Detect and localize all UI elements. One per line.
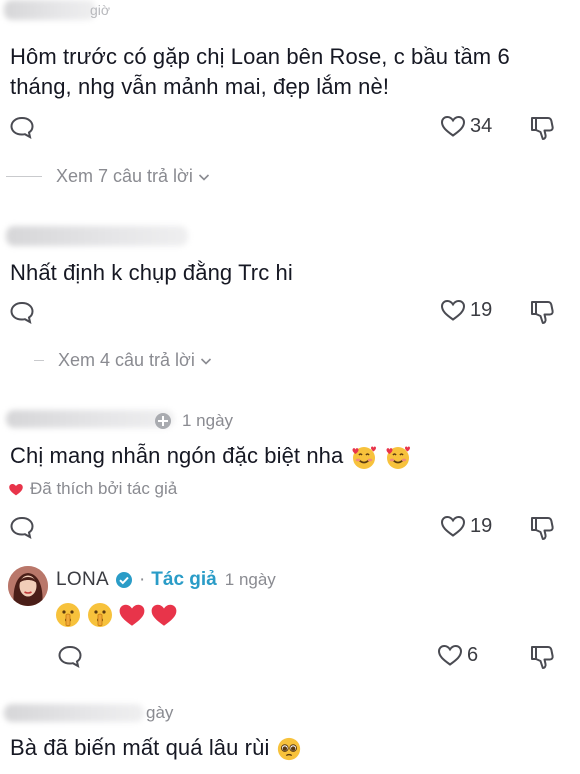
- like-button[interactable]: 19: [440, 514, 492, 538]
- heart-icon: [440, 515, 466, 537]
- dislike-icon[interactable]: [527, 642, 557, 672]
- blurred-username: [6, 226, 188, 246]
- like-count: 34: [470, 114, 493, 137]
- blurred-username: [4, 704, 144, 722]
- comment-time: gày: [146, 703, 174, 722]
- chevron-down-icon: [200, 357, 211, 365]
- smiling-face-with-hearts-icon: [352, 446, 376, 470]
- dislike-icon[interactable]: [527, 513, 557, 543]
- shushing-face-icon: [88, 603, 112, 627]
- comment-text: Nhất định k chụp đằng Trc hi: [10, 260, 293, 285]
- reply-icon[interactable]: [9, 115, 35, 139]
- comment-time: 1 ngày: [182, 411, 234, 430]
- reply-icon[interactable]: [57, 644, 83, 668]
- author-name[interactable]: LONA: [56, 569, 109, 591]
- avatar-image: [8, 566, 48, 606]
- badge-icon: [155, 413, 171, 429]
- comment-text: Chị mang nhẫn ngón đặc biệt nha: [10, 441, 570, 471]
- comment-text-body: Chị mang nhẫn ngón đặc biệt nha: [10, 443, 344, 468]
- like-button[interactable]: 34: [440, 114, 492, 138]
- divider-line: [6, 176, 42, 177]
- like-count: 19: [470, 514, 493, 537]
- heart-icon: [440, 299, 466, 321]
- reply-icon[interactable]: [9, 515, 35, 539]
- like-count: 19: [470, 298, 493, 321]
- emoji-reply: [54, 601, 178, 629]
- comment-text: Bà đã biến mất quá lâu rùi: [10, 733, 570, 763]
- divider-line: [34, 360, 44, 361]
- liked-by-author: Đã thích bởi tác giả: [8, 479, 177, 499]
- like-count: 6: [467, 643, 479, 666]
- separator-dot: ·: [138, 569, 146, 590]
- comment-time: 1 ngày: [224, 570, 276, 589]
- verified-badge-icon: [115, 572, 132, 588]
- heart-icon: [440, 115, 466, 137]
- chevron-down-icon: [198, 173, 209, 181]
- heart-filled-icon: [9, 483, 23, 495]
- comment-text-body: Bà đã biến mất quá lâu rùi: [10, 735, 270, 760]
- liked-by-author-label: Đã thích bởi tác giả: [30, 479, 178, 498]
- heart-icon: [437, 644, 463, 666]
- like-button[interactable]: 19: [440, 298, 492, 322]
- comment-time: giờ: [90, 2, 111, 18]
- author-tag: Tác giả: [151, 569, 217, 590]
- view-replies-label: Xem 7 câu trả lời: [56, 166, 193, 186]
- comment-text: Hôm trước có gặp chị Loan bên Rose, c bầ…: [10, 44, 510, 99]
- pleading-face-icon: [277, 738, 300, 761]
- like-button[interactable]: 6: [437, 643, 478, 667]
- dislike-icon[interactable]: [527, 113, 557, 143]
- view-replies-button[interactable]: Xem 4 câu trả lời: [34, 350, 213, 371]
- view-replies-label: Xem 4 câu trả lời: [58, 350, 195, 370]
- red-heart-icon: [151, 604, 177, 626]
- reply-icon[interactable]: [9, 300, 35, 324]
- author-row: LONA · Tác giả 1 ngày: [56, 569, 276, 591]
- dislike-icon[interactable]: [527, 297, 557, 327]
- smiling-face-with-hearts-icon: [386, 446, 410, 470]
- view-replies-button[interactable]: Xem 7 câu trả lời: [6, 166, 211, 187]
- red-heart-icon: [119, 604, 145, 626]
- blurred-username: [4, 0, 96, 20]
- avatar[interactable]: [8, 566, 48, 606]
- shushing-face-icon: [56, 603, 80, 627]
- blurred-username: [6, 410, 174, 428]
